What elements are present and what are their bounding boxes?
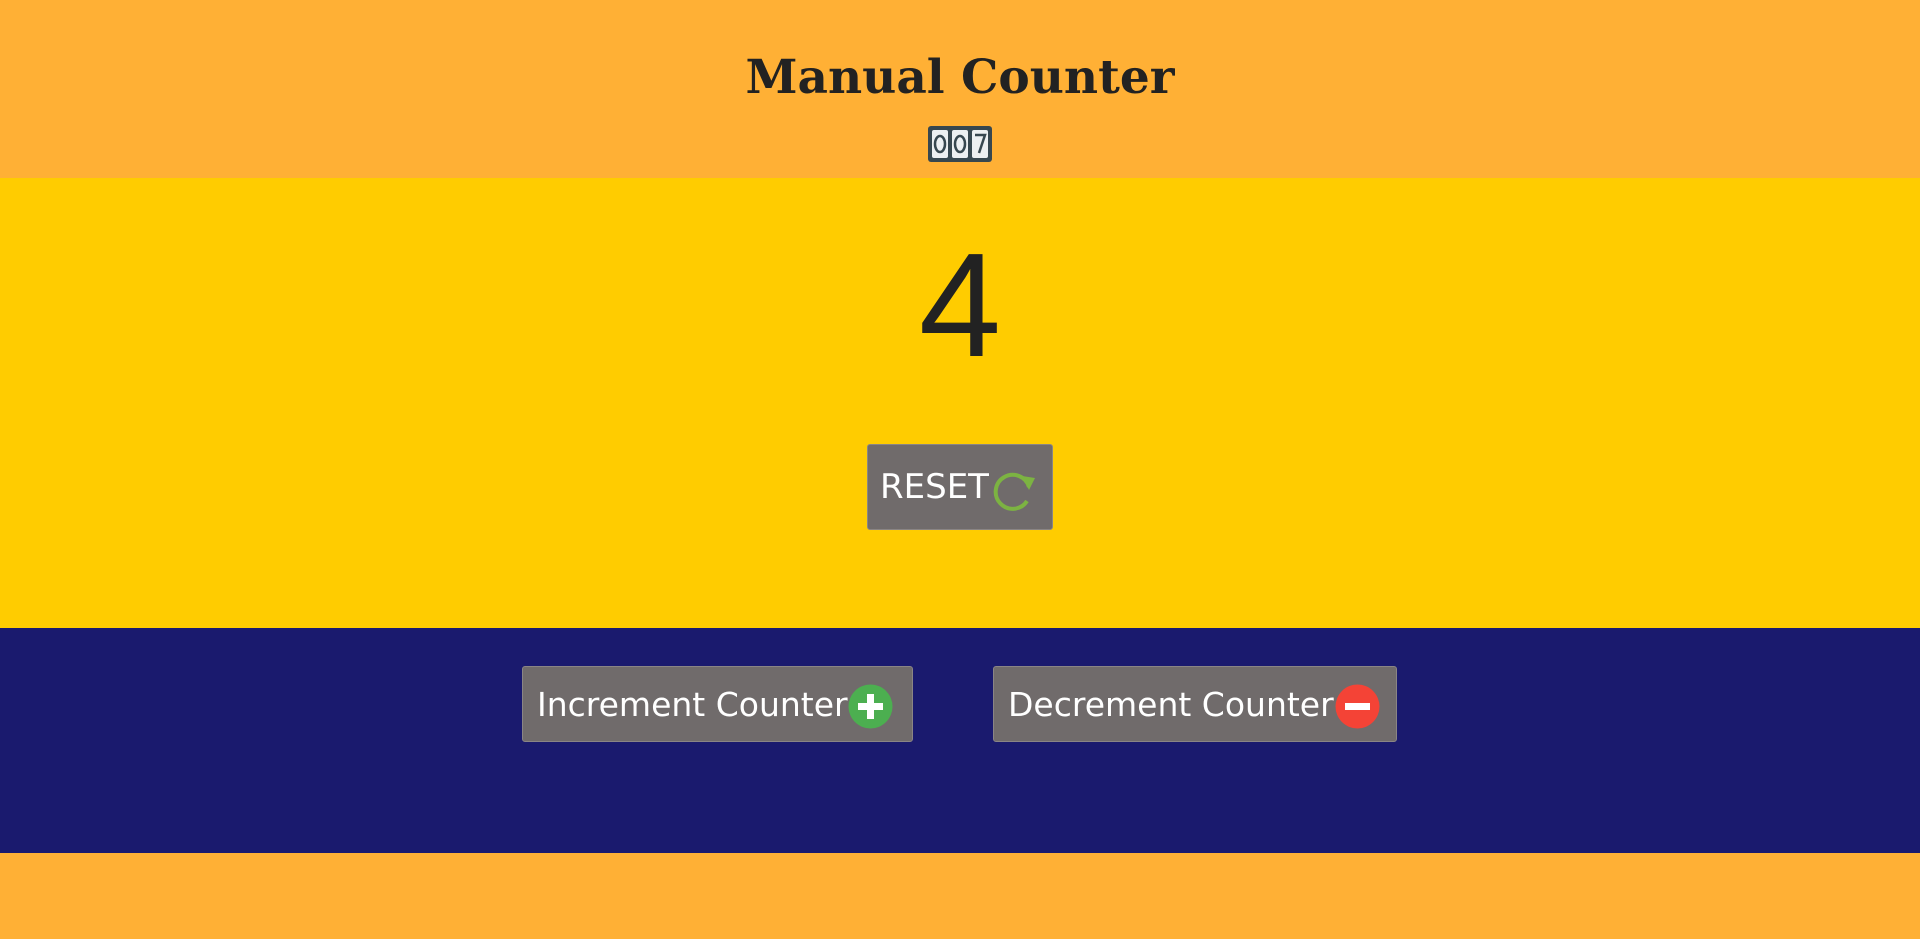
- counter-section: 4 RESET: [0, 178, 1920, 628]
- page-title: Manual Counter: [745, 50, 1175, 105]
- action-section: Increment Counter Decrement Counter: [0, 628, 1920, 853]
- decrement-button-label: Decrement Counter: [1008, 684, 1334, 724]
- header: Manual Counter: [0, 0, 1920, 178]
- increment-button-label: Increment Counter: [537, 684, 848, 724]
- increment-counter-button[interactable]: Increment Counter: [522, 666, 913, 742]
- plus-circle-icon: [848, 684, 893, 729]
- refresh-icon: [993, 472, 1035, 511]
- reset-button-label: RESET: [880, 467, 989, 507]
- minus-circle-icon: [1335, 684, 1380, 729]
- reset-button[interactable]: RESET: [867, 444, 1053, 530]
- counter-value: 4: [918, 223, 1002, 388]
- decrement-counter-button[interactable]: Decrement Counter: [993, 666, 1397, 742]
- footer: [0, 853, 1920, 939]
- abacus-counter-icon: [928, 126, 992, 162]
